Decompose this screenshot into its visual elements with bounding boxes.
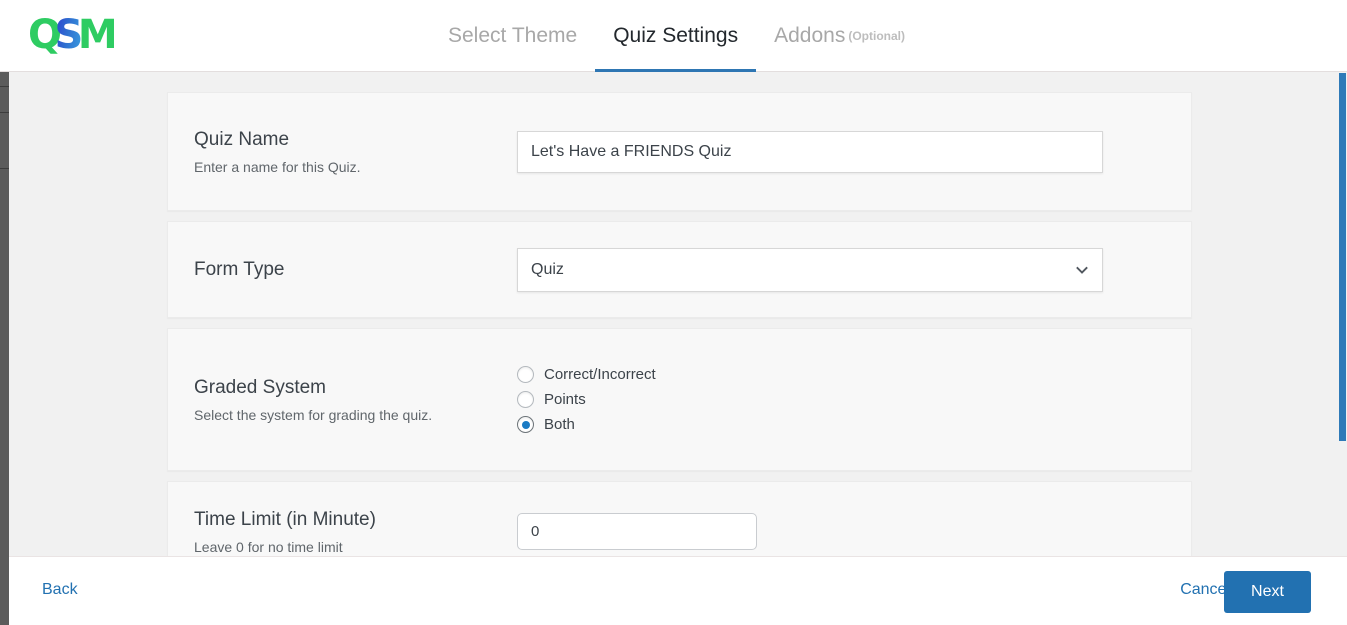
radio-both-label: Both	[544, 416, 575, 433]
radio-option-both[interactable]: Both	[517, 412, 1165, 437]
tab-addons[interactable]: Addons (Optional)	[756, 0, 923, 72]
form-type-select-wrapper: Quiz	[517, 247, 1103, 292]
radio-correct-incorrect-label: Correct/Incorrect	[544, 366, 656, 383]
graded-system-description: Select the system for grading the quiz.	[194, 407, 433, 423]
quiz-name-control	[517, 130, 1165, 173]
wizard-tabs: Select Theme Quiz Settings Addons (Option…	[430, 0, 923, 72]
time-limit-title: Time Limit (in Minute)	[194, 508, 376, 530]
setting-card-time-limit: Time Limit (in Minute) Leave 0 for no ti…	[167, 481, 1192, 556]
tab-addons-optional-badge: (Optional)	[848, 29, 905, 43]
tab-select-theme-label: Select Theme	[448, 24, 578, 47]
quiz-name-input[interactable]	[517, 130, 1103, 173]
graded-system-radio-group: Correct/Incorrect Points Both	[517, 362, 1165, 437]
tab-select-theme[interactable]: Select Theme	[430, 0, 595, 72]
quiz-name-description: Enter a name for this Quiz.	[194, 159, 361, 175]
setting-card-graded-system: Graded System Select the system for grad…	[167, 328, 1192, 471]
quiz-name-labels: Quiz Name Enter a name for this Quiz.	[194, 127, 517, 176]
qsm-logo[interactable]: QSM	[28, 14, 120, 56]
radio-points-label: Points	[544, 391, 586, 408]
graded-system-control: Correct/Incorrect Points Both	[517, 362, 1165, 437]
form-type-select[interactable]: Quiz	[517, 247, 1103, 292]
next-button[interactable]: Next	[1224, 571, 1311, 613]
time-limit-input[interactable]	[517, 512, 757, 550]
time-limit-control	[517, 512, 1165, 550]
graded-system-title: Graded System	[194, 377, 326, 398]
settings-scroll-area: Quiz Name Enter a name for this Quiz. Fo…	[9, 72, 1347, 556]
setting-card-form-type: Form Type Quiz	[167, 221, 1192, 318]
back-link[interactable]: Back	[42, 581, 78, 599]
tab-quiz-settings-label: Quiz Settings	[613, 24, 739, 47]
cancel-link[interactable]: Cancel	[1180, 581, 1230, 599]
admin-strip-divider	[0, 112, 9, 113]
wizard-footer: Back Cancel Next	[9, 556, 1347, 625]
admin-strip-divider	[0, 86, 9, 87]
radio-both-indicator[interactable]	[517, 416, 534, 433]
time-limit-labels: Time Limit (in Minute) Leave 0 for no ti…	[194, 507, 517, 556]
tab-addons-label: Addons	[774, 24, 846, 47]
vertical-scrollbar-thumb[interactable]	[1339, 73, 1346, 441]
time-limit-description: Leave 0 for no time limit	[194, 538, 343, 555]
radio-option-correct-incorrect[interactable]: Correct/Incorrect	[517, 362, 1165, 387]
admin-strip-divider	[0, 168, 9, 169]
settings-card-list: Quiz Name Enter a name for this Quiz. Fo…	[167, 92, 1192, 556]
form-type-title: Form Type	[194, 258, 285, 280]
tab-quiz-settings[interactable]: Quiz Settings	[595, 0, 756, 72]
setting-card-quiz-name: Quiz Name Enter a name for this Quiz.	[167, 92, 1192, 211]
form-type-control: Quiz	[517, 247, 1165, 292]
radio-points-indicator[interactable]	[517, 391, 534, 408]
radio-option-points[interactable]: Points	[517, 387, 1165, 412]
quiz-name-title: Quiz Name	[194, 129, 290, 150]
form-type-labels: Form Type	[194, 257, 517, 283]
graded-system-labels: Graded System Select the system for grad…	[194, 375, 517, 424]
logo-letter-m: M	[77, 12, 118, 58]
app-header: QSM Select Theme Quiz Settings Addons (Op…	[0, 0, 1347, 72]
radio-correct-incorrect-indicator[interactable]	[517, 366, 534, 383]
admin-sidebar-strip[interactable]	[0, 72, 9, 625]
